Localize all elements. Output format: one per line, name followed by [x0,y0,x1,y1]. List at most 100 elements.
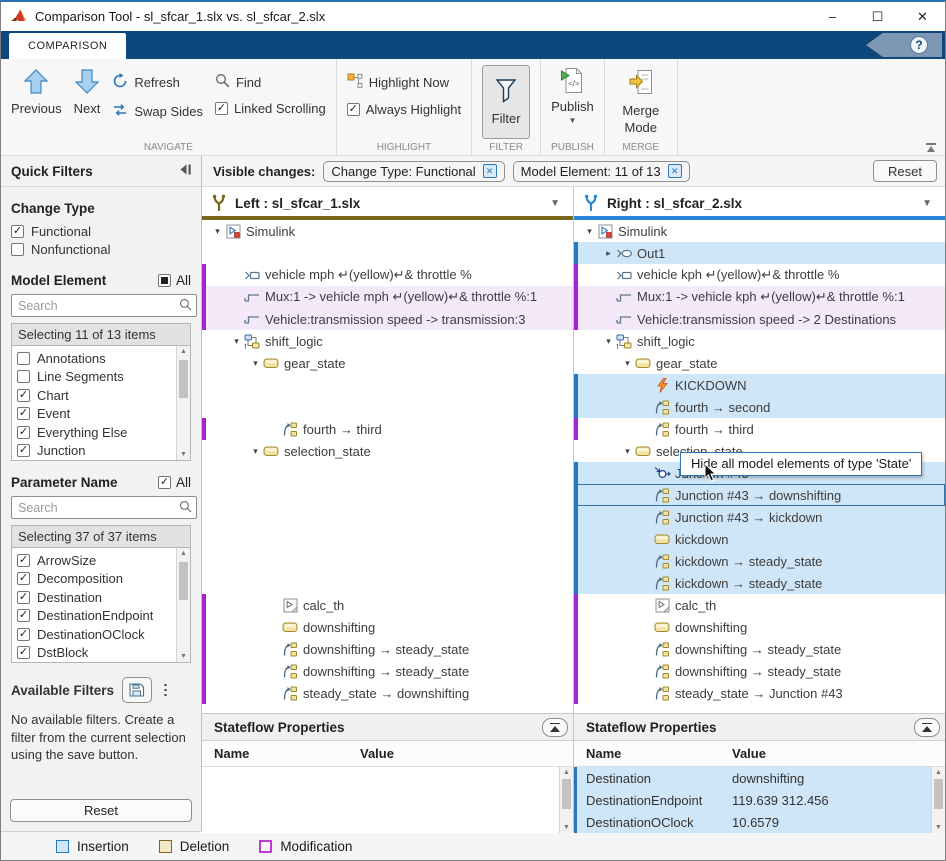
checkbox-checked-icon[interactable] [17,426,30,439]
collapse-panel-icon[interactable] [914,718,940,737]
tab-comparison[interactable]: COMPARISON [9,33,126,59]
tree-row[interactable]: Vehicle:transmission speed -> transmissi… [202,308,573,330]
filter-item-dstblock[interactable]: DstBlock [17,644,174,663]
tree-row[interactable]: Mux:1 -> vehicle kph ↵(yellow)↵& throttl… [574,286,945,308]
save-filter-button[interactable] [122,677,152,703]
tree-row[interactable]: fourth → second [574,396,945,418]
checkbox-checked-icon[interactable] [17,407,30,420]
checkbox-checked-icon[interactable] [17,444,30,457]
help-icon[interactable]: ? [910,36,928,54]
tree-row[interactable]: vehicle mph ↵(yellow)↵& throttle % [202,264,573,286]
scrollbar[interactable]: ▲▼ [559,767,573,833]
filter-item-arrowsize[interactable]: ArrowSize [17,551,174,570]
property-row[interactable]: DestinationEndpoint119.639 312.456 [574,789,931,811]
caret-down-icon[interactable]: ▾ [230,336,243,347]
caret-down-icon[interactable]: ▾ [249,358,262,369]
tree-row[interactable]: fourth → third [574,418,945,440]
collapse-sidebar-icon[interactable] [177,163,193,179]
parameter-name-all-checkbox[interactable]: All [158,475,191,490]
tree-row[interactable]: Vehicle:transmission speed -> 2 Destinat… [574,308,945,330]
maximize-button[interactable]: ☐ [855,2,900,31]
tree-row[interactable]: steady_state → Junction #43 [574,682,945,704]
tree-row[interactable]: ▾gear_state [574,352,945,374]
minimize-button[interactable]: – [810,2,855,31]
tree-row[interactable]: fourth → third [202,418,573,440]
property-row[interactable]: Destinationdownshifting [574,767,931,789]
tree-row[interactable]: Junction #43 → kickdown [574,506,945,528]
filter-button[interactable]: Filter [482,65,530,139]
model-element-search[interactable] [11,294,197,317]
tree-row[interactable]: ▾Simulink [202,220,573,242]
highlight-now-button[interactable]: Highlight Now [347,73,461,92]
checkbox-checked-icon[interactable] [17,591,30,604]
filters-reset-button[interactable]: Reset [873,160,937,182]
checkbox-checked-icon[interactable] [17,646,30,659]
property-row[interactable]: DestinationOClock10.6579 [574,811,931,833]
tree-row[interactable]: downshifting [202,616,573,638]
checkbox-checked-icon[interactable] [158,476,171,489]
filter-chip[interactable]: Model Element: 11 of 13✕ [513,161,690,182]
caret-down-icon[interactable]: ▾ [621,446,634,457]
model-element-search-input[interactable] [18,299,179,313]
next-button[interactable]: Next [74,65,101,116]
filter-item-event[interactable]: Event [17,405,174,424]
tree-row[interactable]: downshifting → steady_state [574,638,945,660]
checkbox-indeterminate-icon[interactable] [158,274,171,287]
publish-button[interactable]: </> Publish ▼ [551,65,594,125]
filter-item-line-segments[interactable]: Line Segments [17,368,174,387]
caret-down-icon[interactable]: ▾ [602,336,615,347]
left-panel-header[interactable]: Left : sl_sfcar_1.slx ▼ [202,187,573,220]
checkbox-checked-icon[interactable] [215,102,228,115]
scrollbar[interactable]: ▲▼ [176,548,190,662]
checkbox-unchecked-icon[interactable] [17,352,30,365]
filter-item-destinationoclock[interactable]: DestinationOClock [17,625,174,644]
right-panel-header[interactable]: Right : sl_sfcar_2.slx ▼ [574,187,945,220]
close-button[interactable]: ✕ [900,2,945,31]
tree-row[interactable]: KICKDOWN [574,374,945,396]
caret-right-icon[interactable]: ▸ [602,248,615,259]
merge-mode-button[interactable]: Merge Mode [615,65,667,136]
chevron-down-icon[interactable]: ▼ [922,198,932,209]
refresh-button[interactable]: Refresh [112,73,203,92]
tree-row[interactable]: kickdown [574,528,945,550]
more-options-icon[interactable] [160,682,171,699]
tree-row[interactable]: ▸Out1 [574,242,945,264]
find-button[interactable]: Find [215,73,326,91]
caret-down-icon[interactable]: ▾ [583,226,596,237]
tree-row[interactable]: kickdown → steady_state [574,550,945,572]
tree-row[interactable]: ▾gear_state [202,352,573,374]
filter-item-destinationendpoint[interactable]: DestinationEndpoint [17,607,174,626]
filter-item-chart[interactable]: Chart [17,386,174,405]
filter-item-functional[interactable]: Functional [11,222,191,241]
model-element-all-checkbox[interactable]: All [158,273,191,288]
tree-row[interactable]: ▾tshift_logic [574,330,945,352]
tree-row[interactable]: Mux:1 -> vehicle mph ↵(yellow)↵& throttl… [202,286,573,308]
checkbox-checked-icon[interactable] [17,389,30,402]
chip-close-icon[interactable]: ✕ [483,164,497,178]
swap-sides-button[interactable]: Swap Sides [112,102,203,121]
tree-row[interactable]: downshifting → steady_state [202,638,573,660]
collapse-toolstrip-icon[interactable] [925,143,937,152]
tree-row[interactable]: steady_state → downshifting [202,682,573,704]
parameter-name-search[interactable] [11,496,197,519]
checkbox-checked-icon[interactable] [17,572,30,585]
tree-row[interactable]: ▾selection_state [202,440,573,462]
tree-row[interactable]: calc_th [202,594,573,616]
scrollbar[interactable]: ▲▼ [176,346,190,460]
tree-row[interactable]: vehicle kph ↵(yellow)↵& throttle % [574,264,945,286]
collapse-panel-icon[interactable] [542,718,568,737]
filter-item-junction[interactable]: Junction [17,442,174,461]
previous-button[interactable]: Previous [11,65,62,116]
filter-item-everything-else[interactable]: Everything Else [17,423,174,442]
caret-down-icon[interactable]: ▾ [249,446,262,457]
parameter-name-search-input[interactable] [18,501,179,515]
tree-row[interactable]: ▾tshift_logic [202,330,573,352]
filter-item-destination[interactable]: Destination [17,588,174,607]
checkbox-checked-icon[interactable] [347,103,360,116]
checkbox-checked-icon[interactable] [17,554,30,567]
checkbox-checked-icon[interactable] [17,609,30,622]
tree-row[interactable]: downshifting → steady_state [202,660,573,682]
chip-close-icon[interactable]: ✕ [668,164,682,178]
sidebar-reset-button[interactable]: Reset [10,799,192,822]
checkbox-checked-icon[interactable] [17,628,30,641]
